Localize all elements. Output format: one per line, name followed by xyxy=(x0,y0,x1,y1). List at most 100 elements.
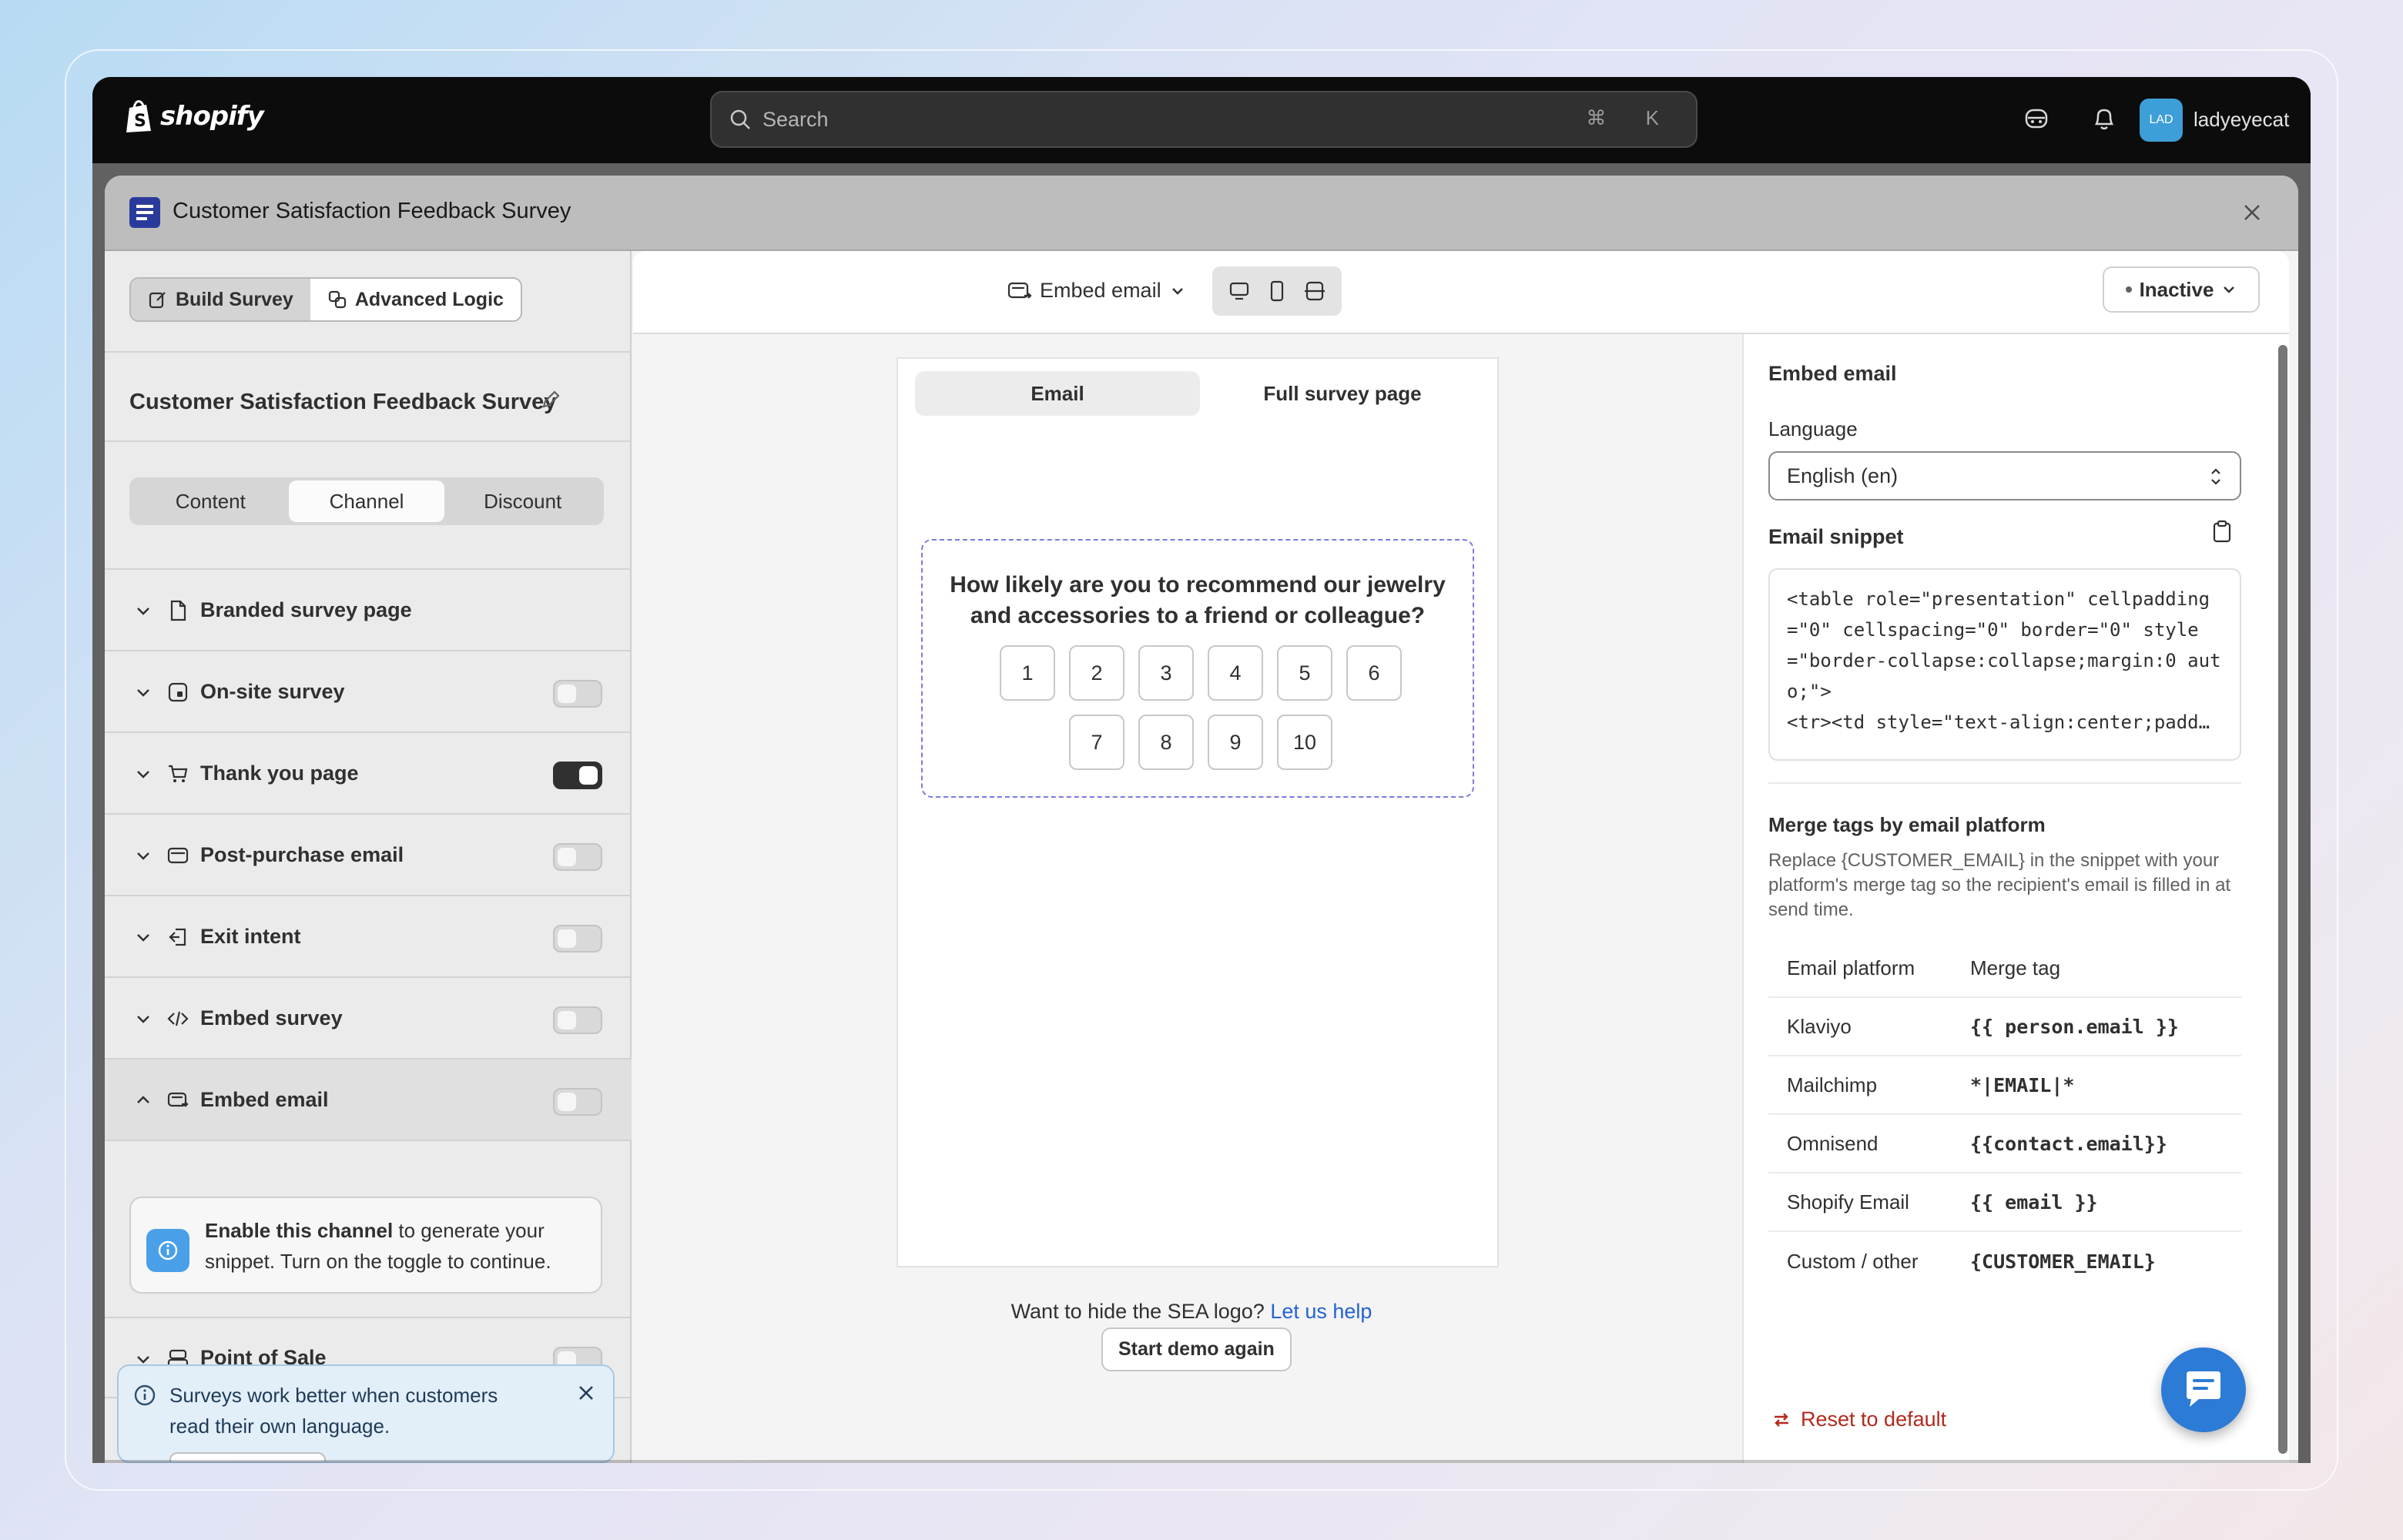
search-shortcut: ⌘ K xyxy=(1586,106,1676,129)
platform-cell: Klaviyo xyxy=(1787,1014,1852,1038)
chevron-down-icon xyxy=(137,1016,149,1023)
avatar[interactable]: LAD xyxy=(2140,99,2183,142)
chevron-down-icon xyxy=(137,771,149,778)
score-5[interactable]: 5 xyxy=(1277,645,1332,701)
channel-embed-survey[interactable]: Embed survey xyxy=(105,978,632,1060)
svg-text:S: S xyxy=(134,112,146,131)
score-3[interactable]: 3 xyxy=(1138,645,1194,701)
search-bar[interactable]: Search ⌘ K xyxy=(710,91,1698,148)
score-2[interactable]: 2 xyxy=(1069,645,1124,701)
embed-survey-toggle[interactable] xyxy=(553,1006,602,1034)
status-dot xyxy=(2125,286,2132,293)
view-select-label: Embed email xyxy=(1040,279,1161,302)
desktop-icon[interactable] xyxy=(1228,280,1251,303)
snippet-label: Email snippet xyxy=(1768,525,1904,548)
clipboard-icon[interactable] xyxy=(2210,519,2234,547)
status-select[interactable]: Inactive xyxy=(2103,266,2260,313)
score-4[interactable]: 4 xyxy=(1208,645,1263,701)
chevron-down-icon xyxy=(137,934,149,942)
channel-exit-intent[interactable]: Exit intent xyxy=(105,896,632,978)
embed-email-toggle[interactable] xyxy=(553,1088,602,1116)
sidekick-icon[interactable] xyxy=(2019,102,2053,136)
score-9[interactable]: 9 xyxy=(1208,715,1263,770)
channel-embed-email[interactable]: Embed email xyxy=(105,1060,632,1141)
tab-channel[interactable]: Channel xyxy=(288,480,445,522)
chevron-down-icon xyxy=(137,608,149,615)
score-7[interactable]: 7 xyxy=(1069,715,1124,770)
exit-icon xyxy=(169,928,186,946)
merge-tags-description: Replace {CUSTOMER_EMAIL} in the snippet … xyxy=(1768,850,2231,920)
shopify-logo[interactable]: S shopify xyxy=(123,99,264,134)
platform-cell: Custom / other xyxy=(1787,1249,1919,1273)
platform-cell: Mailchimp xyxy=(1787,1073,1878,1096)
channel-thank-you-page[interactable]: Thank you page xyxy=(105,733,632,815)
divider xyxy=(1768,782,2241,784)
chevron-up-icon xyxy=(137,1096,149,1103)
score-8[interactable]: 8 xyxy=(1138,715,1194,770)
select-arrows-icon xyxy=(2211,468,2220,485)
preview-tabs: Email Full survey page xyxy=(915,371,1485,416)
tab-content[interactable]: Content xyxy=(132,480,289,522)
section-tabs: Content Channel Discount xyxy=(129,477,604,525)
window-icon xyxy=(168,682,188,702)
thank-you-page-toggle[interactable] xyxy=(553,762,602,789)
preview-toolbar: Embed email Inactive xyxy=(633,251,2289,334)
platform-cell: Omnisend xyxy=(1787,1131,1878,1155)
merge-tag-cell: {{ email }} xyxy=(1970,1190,2098,1214)
pencil-icon[interactable] xyxy=(539,388,562,415)
cart-icon xyxy=(169,765,188,782)
close-icon[interactable] xyxy=(576,1383,596,1407)
close-icon[interactable] xyxy=(2237,197,2267,228)
question-text: How likely are you to recommend our jewe… xyxy=(950,572,1446,628)
settings-scrollbar[interactable] xyxy=(2278,345,2287,1454)
info-icon xyxy=(146,1229,189,1272)
tab-advanced-logic[interactable]: Advanced Logic xyxy=(310,279,521,320)
exit-intent-toggle[interactable] xyxy=(553,925,602,952)
hide-logo-question: Want to hide the SEA logo? xyxy=(1010,1300,1265,1323)
modal-header: Customer Satisfaction Feedback Survey xyxy=(105,176,2298,251)
channel-post-purchase-email[interactable]: Post-purchase email xyxy=(105,815,632,896)
channel-label: Embed email xyxy=(200,1087,329,1111)
mobile-icon[interactable] xyxy=(1265,280,1289,303)
post-purchase-email-toggle[interactable] xyxy=(553,843,602,871)
tab-email[interactable]: Email xyxy=(915,371,1200,416)
email-preview-canvas: Email Full survey page How likely are yo… xyxy=(649,334,1734,1463)
bell-icon[interactable] xyxy=(2087,102,2121,136)
tab-discount[interactable]: Discount xyxy=(444,480,601,522)
survey-sidebar: Build Survey Advanced Logic Customer Sat… xyxy=(105,251,632,1463)
table-row: Klaviyo {{ person.email }} xyxy=(1768,998,2241,1056)
channel-on-site-survey[interactable]: On-site survey xyxy=(105,651,632,733)
get-translated-button[interactable]: Get it translated xyxy=(169,1452,327,1461)
banner-text: Surveys work better when customers read … xyxy=(169,1384,498,1438)
channel-label: Branded survey page xyxy=(200,598,412,621)
score-6[interactable]: 6 xyxy=(1346,645,1402,701)
settings-heading: Embed email xyxy=(1768,362,1897,385)
reset-to-default-button[interactable]: Reset to default xyxy=(1770,1408,1946,1431)
tab-build-survey[interactable]: Build Survey xyxy=(131,279,310,320)
let-us-help-link[interactable]: Let us help xyxy=(1270,1300,1372,1323)
chevron-down-icon xyxy=(2224,286,2235,293)
enable-channel-notice: Enable this channel to generate your sni… xyxy=(129,1197,602,1294)
app-icon xyxy=(129,197,160,228)
channel-branded-survey-page[interactable]: Branded survey page xyxy=(105,570,632,651)
divider xyxy=(105,351,632,353)
chevron-down-icon xyxy=(137,689,149,697)
chat-bubble-button[interactable] xyxy=(2161,1348,2246,1432)
language-select[interactable]: English (en) xyxy=(1768,451,2241,500)
language-value: English (en) xyxy=(1787,464,1899,487)
column-header: Email platform xyxy=(1787,956,1915,979)
start-demo-button[interactable]: Start demo again xyxy=(1101,1327,1292,1371)
on-site-survey-toggle[interactable] xyxy=(553,680,602,708)
fullwidth-icon[interactable] xyxy=(1303,280,1326,303)
top-bar: S shopify Search ⌘ K LAD ladyeyecat xyxy=(92,77,2311,163)
email-snippet-code[interactable]: <table role="presentation" cellpadding="… xyxy=(1768,568,2241,761)
score-10[interactable]: 10 xyxy=(1277,715,1332,770)
reset-label: Reset to default xyxy=(1801,1408,1947,1431)
tab-full-survey-page[interactable]: Full survey page xyxy=(1200,371,1485,416)
username[interactable]: ladyeyecat xyxy=(2194,108,2289,132)
table-header: Email platform Merge tag xyxy=(1768,939,2241,998)
merge-tags-heading: Merge tags by email platform xyxy=(1768,813,2046,836)
view-select[interactable]: Embed email xyxy=(1007,279,1186,303)
channel-label: Post-purchase email xyxy=(200,842,404,866)
score-1[interactable]: 1 xyxy=(1000,645,1055,701)
